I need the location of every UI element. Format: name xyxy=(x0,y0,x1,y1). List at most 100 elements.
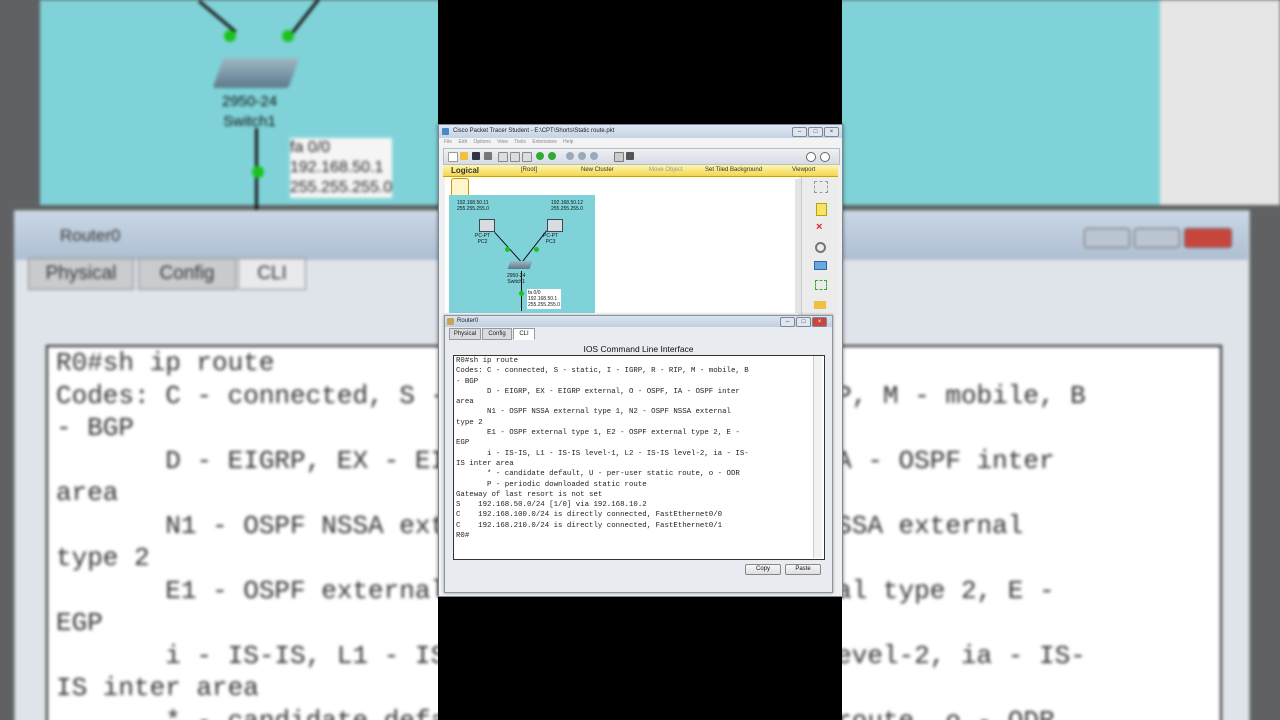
print-icon[interactable] xyxy=(484,152,492,160)
menu-help[interactable]: Help xyxy=(563,139,573,145)
switch1-label: 2950-24 Switch1 xyxy=(507,273,526,285)
cli-line: S 192.168.50.0/24 [1/0] via 192.168.10.2 xyxy=(456,501,647,510)
router-interface-label: fa 0/0 192.168.50.1 255.255.255.0 xyxy=(527,289,561,309)
zoom-in-icon[interactable] xyxy=(566,152,574,160)
bg-tab-cli: CLI xyxy=(238,258,306,290)
cli-line: D - EIGRP, EX - EIGRP external, O - OSPF… xyxy=(456,387,740,396)
bg-switch-icon xyxy=(212,58,300,88)
switch1-device[interactable] xyxy=(507,261,533,269)
pc2-device[interactable] xyxy=(479,219,495,232)
redo-icon[interactable] xyxy=(548,152,556,160)
new-cluster-button[interactable]: New Cluster xyxy=(581,165,614,176)
bg-link-light xyxy=(282,30,294,42)
bg-router-title: Router0 xyxy=(60,226,121,245)
zoom-out-icon[interactable] xyxy=(590,152,598,160)
cli-line: - BGP xyxy=(456,377,479,386)
cli-line: C 192.168.100.0/24 is directly connected… xyxy=(456,511,723,520)
link-light xyxy=(534,247,539,252)
tab-physical[interactable]: Physical xyxy=(449,328,481,340)
pc3-device[interactable] xyxy=(547,219,563,232)
menu-edit[interactable]: Edit xyxy=(458,139,467,145)
close-button[interactable]: × xyxy=(824,127,839,137)
inspect-icon[interactable] xyxy=(815,242,826,253)
menu-options[interactable]: Options xyxy=(473,139,490,145)
pc3-label: PC-PT PC3 xyxy=(543,233,558,245)
menu-file[interactable]: File xyxy=(444,139,452,145)
bg-tab-physical: Physical xyxy=(28,258,134,290)
cli-scrollbar[interactable] xyxy=(813,356,822,558)
cli-line: Codes: C - connected, S - static, I - IG… xyxy=(456,367,749,376)
move-object-button[interactable]: Move Object xyxy=(649,165,683,176)
bg-tab-config: Config xyxy=(138,258,236,290)
paste-icon[interactable] xyxy=(522,152,532,162)
bg-close-button xyxy=(1184,228,1232,248)
cli-line: i - IS-IS, L1 - IS-IS level-1, L2 - IS-I… xyxy=(456,449,749,458)
new-file-icon[interactable] xyxy=(448,152,458,162)
select-icon[interactable] xyxy=(814,181,828,193)
link-light xyxy=(519,291,524,296)
bg-link-light xyxy=(224,30,236,42)
info-icon[interactable] xyxy=(806,152,816,162)
menu-bar: File Edit Options View Tools Extensions … xyxy=(439,138,842,147)
bg-switch-label: 2950-24 Switch1 xyxy=(222,93,278,130)
root-button[interactable]: [Root] xyxy=(521,165,537,176)
bg-interface-label: fa 0/0 192.168.50.1 255.255.255.0 xyxy=(290,138,393,198)
note-icon[interactable] xyxy=(816,203,827,216)
cli-line: C 192.168.210.0/24 is directly connected… xyxy=(456,521,723,530)
save-icon[interactable] xyxy=(472,152,480,160)
link-light xyxy=(505,247,510,252)
cli-line: IS inter area xyxy=(456,459,514,468)
router0-window: Router0 – □ × Physical Config CLI IOS Co… xyxy=(444,315,833,593)
add-pdu-icon[interactable] xyxy=(814,301,826,309)
cli-line: N1 - OSPF NSSA external type 1, N2 - OSP… xyxy=(456,408,731,417)
pc2-label: PC-PT PC2 xyxy=(475,233,490,245)
activity-wizard-icon[interactable] xyxy=(498,152,508,162)
copy-button[interactable]: Copy xyxy=(745,564,781,575)
cli-line: R0#sh ip route xyxy=(456,357,519,365)
menu-tools[interactable]: Tools xyxy=(514,139,526,145)
router-close-button[interactable]: × xyxy=(812,317,827,327)
right-tool-palette: × xyxy=(801,177,839,315)
pc2-address-label: 192.168.50.11 255.255.255.0 xyxy=(457,200,489,212)
logical-workspace-bar: Logical [Root] New Cluster Move Object S… xyxy=(443,165,838,177)
set-tiled-background-button[interactable]: Set Tiled Background xyxy=(705,165,762,176)
paste-button[interactable]: Paste xyxy=(785,564,821,575)
tab-config[interactable]: Config xyxy=(482,328,512,340)
palette-icon[interactable] xyxy=(614,152,624,162)
tab-cli[interactable]: CLI xyxy=(513,328,535,340)
menu-view[interactable]: View xyxy=(497,139,508,145)
bg-link-light xyxy=(252,166,264,178)
bg-minimize-button xyxy=(1084,228,1130,248)
minimize-button[interactable]: – xyxy=(792,127,807,137)
menu-extensions[interactable]: Extensions xyxy=(532,139,556,145)
help-icon[interactable] xyxy=(820,152,830,162)
router-titlebar: Router0 – □ × xyxy=(445,316,832,327)
zoom-reset-icon[interactable] xyxy=(578,152,586,160)
router-title: Router0 xyxy=(457,318,479,324)
router-maximize-button[interactable]: □ xyxy=(796,317,811,327)
copy-icon[interactable] xyxy=(510,152,520,162)
main-toolbar xyxy=(443,148,840,165)
resize-icon[interactable] xyxy=(815,280,827,290)
open-folder-icon[interactable] xyxy=(460,152,468,160)
cli-line: Gateway of last resort is not set xyxy=(456,490,603,499)
cli-line: * - candidate default, U - per-user stat… xyxy=(456,470,740,479)
topology-area[interactable]: 192.168.50.11 255.255.255.0 192.168.50.12… xyxy=(449,195,595,313)
router-icon xyxy=(447,318,454,325)
bg-right-toolbar xyxy=(1160,0,1280,205)
cli-line: E1 - OSPF external type 1, E2 - OSPF ext… xyxy=(456,429,740,438)
cli-line: EGP xyxy=(456,439,470,448)
custom-device-icon[interactable] xyxy=(626,152,634,160)
delete-icon[interactable]: × xyxy=(816,222,822,233)
cli-heading: IOS Command Line Interface xyxy=(583,344,694,354)
draw-rectangle-icon[interactable] xyxy=(814,261,827,270)
cli-line: area xyxy=(456,398,474,407)
viewport-button[interactable]: Viewport xyxy=(792,165,815,176)
maximize-button[interactable]: □ xyxy=(808,127,823,137)
cli-line: type 2 xyxy=(456,418,483,427)
router-minimize-button[interactable]: – xyxy=(780,317,795,327)
logical-tab[interactable]: Logical xyxy=(451,165,479,176)
cli-console[interactable]: R0#sh ip route Codes: C - connected, S - … xyxy=(453,355,825,560)
pc3-address-label: 192.168.50.12 255.255.255.0 xyxy=(551,200,583,212)
undo-icon[interactable] xyxy=(536,152,544,160)
